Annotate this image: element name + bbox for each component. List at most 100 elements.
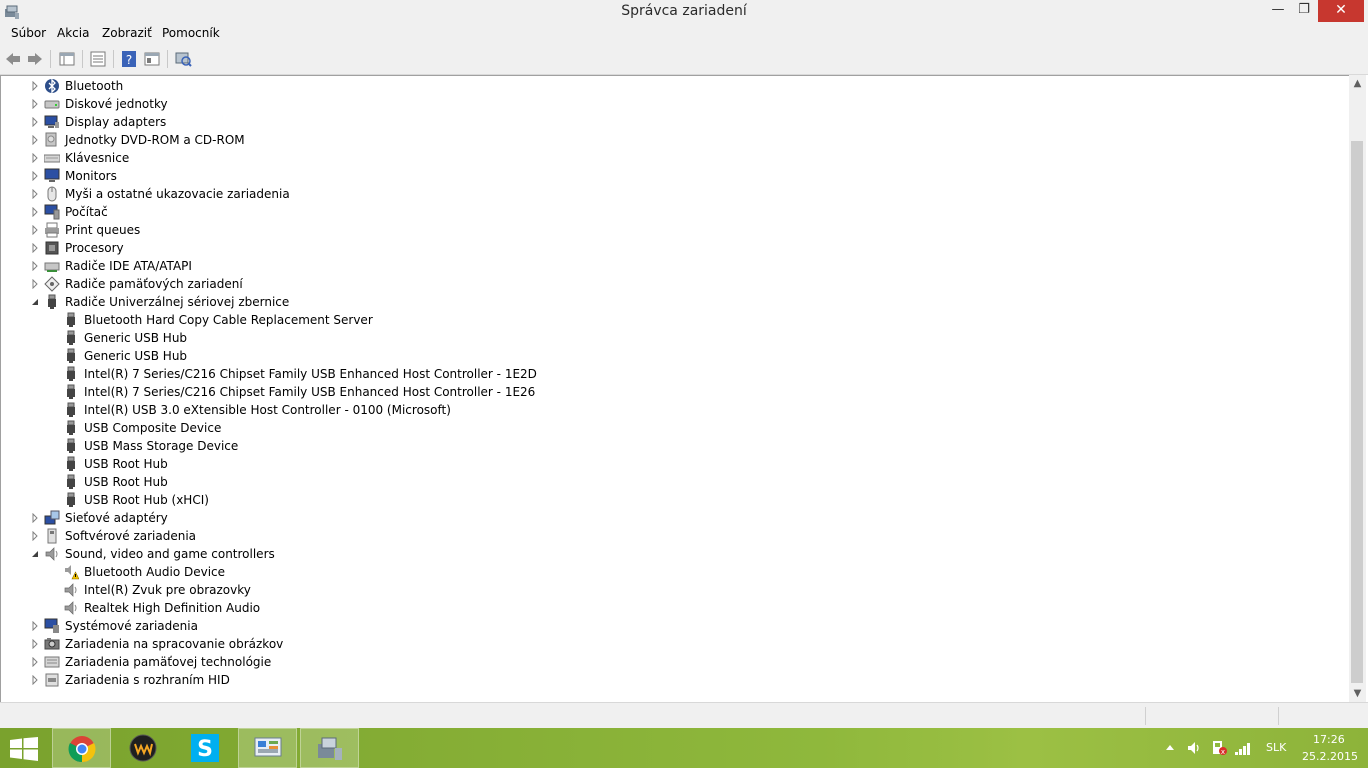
expand-arrow-icon[interactable] <box>31 243 39 253</box>
tree-device[interactable]: USB Root Hub <box>1 455 1349 473</box>
tree-device[interactable]: USB Root Hub (xHCI) <box>1 491 1349 509</box>
clock-date[interactable]: 25.2.2015 <box>1302 750 1358 763</box>
taskbar-chrome[interactable] <box>52 728 111 768</box>
tree-category[interactable]: Softvérové zariadenia <box>1 527 1349 545</box>
action-center-icon[interactable]: x <box>1210 740 1228 756</box>
scroll-up-button[interactable]: ▲ <box>1349 75 1366 92</box>
expand-arrow-icon[interactable] <box>31 81 39 91</box>
expand-arrow-icon[interactable] <box>31 639 39 649</box>
menu-view[interactable]: Zobraziť <box>100 26 154 40</box>
tree-item-label: Sound, video and game controllers <box>65 547 275 561</box>
tree-device[interactable]: Intel(R) 7 Series/C216 Chipset Family US… <box>1 365 1349 383</box>
expand-arrow-icon[interactable] <box>31 279 39 289</box>
tree-item-label: Zariadenia s rozhraním HID <box>65 673 230 687</box>
tree-item-label: Zariadenia pamäťovej technológie <box>65 655 272 669</box>
tree-category[interactable]: Sound, video and game controllers <box>1 545 1349 563</box>
expand-arrow-icon[interactable] <box>31 225 39 235</box>
tree-device[interactable]: Bluetooth Audio Device <box>1 563 1349 581</box>
properties-view-icon[interactable] <box>58 50 76 68</box>
tree-category[interactable]: Display adapters <box>1 113 1349 131</box>
network-signal-icon[interactable] <box>1234 740 1252 756</box>
details-icon[interactable] <box>89 50 107 68</box>
taskbar-control-panel[interactable] <box>238 728 297 768</box>
tree-item-label: Radiče pamäťových zariadení <box>65 277 243 291</box>
taskbar-skype[interactable]: S <box>176 728 235 768</box>
expand-arrow-icon[interactable] <box>31 117 39 127</box>
expand-arrow-icon[interactable] <box>31 153 39 163</box>
expand-arrow-icon[interactable] <box>31 135 39 145</box>
tree-category[interactable]: Jednotky DVD-ROM a CD-ROM <box>1 131 1349 149</box>
dvd-drive-icon <box>45 132 57 147</box>
tree-category[interactable]: Klávesnice <box>1 149 1349 167</box>
menu-action[interactable]: Akcia <box>55 26 91 40</box>
scroll-down-button[interactable]: ▼ <box>1349 685 1366 702</box>
tree-category[interactable]: Radiče IDE ATA/ATAPI <box>1 257 1349 275</box>
expand-arrow-icon[interactable] <box>31 99 39 109</box>
back-icon[interactable] <box>4 50 22 68</box>
expand-arrow-icon[interactable] <box>31 261 39 271</box>
tree-category[interactable]: Zariadenia s rozhraním HID <box>1 671 1349 689</box>
scan-hardware-icon[interactable] <box>174 50 192 68</box>
device-tree: Bluetooth Diskové jednotky Display adapter… <box>0 75 1350 703</box>
expand-arrow-icon[interactable] <box>31 171 39 181</box>
tree-device[interactable]: Bluetooth Hard Copy Cable Replacement Se… <box>1 311 1349 329</box>
volume-icon[interactable] <box>1186 740 1202 756</box>
tree-device[interactable]: Generic USB Hub <box>1 347 1349 365</box>
tree-item-label: Generic USB Hub <box>84 331 188 345</box>
start-button[interactable] <box>10 737 38 761</box>
tree-device[interactable]: USB Root Hub <box>1 473 1349 491</box>
tree-category[interactable]: Diskové jednotky <box>1 95 1349 113</box>
show-hidden-icons-icon[interactable] <box>1164 740 1176 756</box>
collapse-arrow-icon[interactable] <box>31 549 39 559</box>
tree-category[interactable]: Myši a ostatné ukazovacie zariadenia <box>1 185 1349 203</box>
chrome-icon <box>68 736 96 763</box>
svg-text:?: ? <box>126 53 132 67</box>
expand-arrow-icon[interactable] <box>31 207 39 217</box>
menu-help[interactable]: Pomocník <box>160 26 222 40</box>
tree-device[interactable]: Generic USB Hub <box>1 329 1349 347</box>
speaker-warning-icon <box>65 565 79 580</box>
close-button[interactable]: ✕ <box>1318 0 1364 22</box>
expand-arrow-icon[interactable] <box>31 513 39 523</box>
tree-category[interactable]: Systémové zariadenia <box>1 617 1349 635</box>
tree-category[interactable]: Sieťové adaptéry <box>1 509 1349 527</box>
tree-category[interactable]: Procesory <box>1 239 1349 257</box>
collapse-arrow-icon[interactable] <box>31 297 39 307</box>
tree-device[interactable]: USB Mass Storage Device <box>1 437 1349 455</box>
tree-item-label: Realtek High Definition Audio <box>84 601 261 615</box>
tree-item-label: USB Root Hub <box>84 457 168 471</box>
tree-device[interactable]: USB Composite Device <box>1 419 1349 437</box>
tree-category[interactable]: Print queues <box>1 221 1349 239</box>
clock-time[interactable]: 17:26 <box>1313 733 1345 746</box>
tree-category[interactable]: Monitors <box>1 167 1349 185</box>
tree-device[interactable]: Intel(R) USB 3.0 eXtensible Host Control… <box>1 401 1349 419</box>
forward-icon[interactable] <box>26 50 44 68</box>
expand-arrow-icon[interactable] <box>31 531 39 541</box>
tree-category[interactable]: Počítač <box>1 203 1349 221</box>
tree-category[interactable]: Radiče Univerzálnej sériovej zbernice <box>1 293 1349 311</box>
tree-category[interactable]: Bluetooth <box>1 77 1349 95</box>
expand-arrow-icon[interactable] <box>31 189 39 199</box>
help-icon[interactable]: ? <box>120 50 138 68</box>
expand-arrow-icon[interactable] <box>31 657 39 667</box>
expand-arrow-icon[interactable] <box>31 675 39 685</box>
tree-category[interactable]: Radiče pamäťových zariadení <box>1 275 1349 293</box>
vertical-scrollbar[interactable]: ▲ ▼ <box>1349 75 1366 702</box>
tree-item-label: Bluetooth Hard Copy Cable Replacement Se… <box>84 313 373 327</box>
tree-device[interactable]: Realtek High Definition Audio <box>1 599 1349 617</box>
expand-arrow-icon[interactable] <box>31 621 39 631</box>
tree-category[interactable]: Zariadenia pamäťovej technológie <box>1 653 1349 671</box>
tree-device[interactable]: Intel(R) 7 Series/C216 Chipset Family US… <box>1 383 1349 401</box>
language-indicator[interactable]: SLK <box>1266 741 1286 754</box>
console-tree-icon[interactable] <box>143 50 161 68</box>
minimize-button[interactable]: — <box>1266 0 1290 22</box>
tree-category[interactable]: Zariadenia na spracovanie obrázkov <box>1 635 1349 653</box>
maximize-button[interactable]: ❐ <box>1292 0 1316 22</box>
tree-item-label: Klávesnice <box>65 151 130 165</box>
scroll-thumb[interactable] <box>1351 141 1363 683</box>
menu-file[interactable]: Súbor <box>9 26 48 40</box>
taskbar-winamp[interactable] <box>114 728 173 768</box>
imaging-device-icon <box>44 638 60 650</box>
taskbar-device-manager[interactable] <box>300 728 359 768</box>
tree-device[interactable]: Intel(R) Zvuk pre obrazovky <box>1 581 1349 599</box>
